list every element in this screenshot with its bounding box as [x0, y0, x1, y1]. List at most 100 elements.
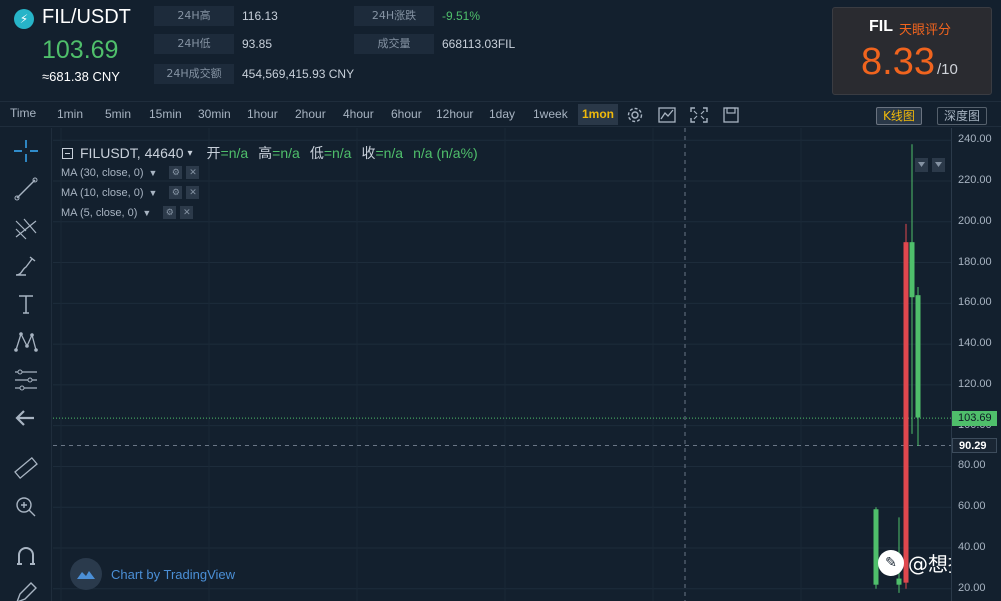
score-max: /10 [937, 61, 958, 78]
stat-value-24h-high: 116.13 [242, 9, 278, 23]
legend-close-value: =n/a [375, 145, 404, 161]
watermark-text[interactable]: Chart by TradingView [111, 567, 235, 582]
stat-label-24h-high: 24H高 [154, 6, 234, 26]
tab-30min[interactable]: 30min [194, 104, 235, 125]
close-icon[interactable]: ✕ [180, 206, 194, 219]
chevron-down-icon[interactable]: ▼ [142, 208, 151, 218]
ruler-icon[interactable] [12, 455, 40, 481]
legend-high-key: 高 [258, 145, 273, 161]
price-axis-label: 140.00 [958, 337, 992, 350]
tradingview-watermark[interactable]: Chart by TradingView [70, 558, 235, 590]
score-coin: FIL [869, 18, 893, 35]
collapse-legend-icon[interactable] [62, 147, 73, 159]
time-label: Time [10, 106, 37, 120]
ma-settings-icon[interactable]: ⚙ [169, 186, 183, 199]
close-icon[interactable]: ✕ [186, 186, 200, 199]
legend-open-key: 开 [206, 145, 221, 161]
ma-5-label[interactable]: MA (5, close, 0) [61, 207, 137, 219]
tab-1hour[interactable]: 1hour [243, 104, 282, 125]
chart-legend: FILUSDT, 44640 ▾ 开 =n/a 高 =n/a 低 =n/a 收 =n/a… [62, 143, 478, 163]
legend-open-value: =n/a [220, 145, 249, 161]
ma-10-label[interactable]: MA (10, close, 0) [61, 187, 144, 199]
price-axis-label: 20.00 [958, 581, 986, 594]
candle-body [909, 242, 915, 298]
tab-1day[interactable]: 1day [485, 104, 519, 125]
chevron-down-icon[interactable]: ▼ [149, 188, 158, 198]
stat-value-24h-low: 93.85 [242, 37, 273, 51]
close-icon[interactable]: ✕ [186, 166, 200, 179]
magnet-icon[interactable] [12, 544, 40, 570]
price-axis-label: 200.00 [958, 214, 992, 227]
text-icon[interactable] [12, 291, 40, 317]
price-axis[interactable] [951, 128, 1001, 601]
price-axis-label: 160.00 [958, 296, 992, 309]
tab-5min[interactable]: 5min [101, 104, 135, 125]
stat-value-24h-change: -9.51% [442, 9, 481, 23]
kline-button[interactable]: K线图 [876, 107, 922, 125]
pitchfork-icon[interactable] [12, 215, 40, 241]
tab-2hour[interactable]: 2hour [291, 104, 330, 125]
zoom-in-icon[interactable] [12, 494, 40, 520]
legend-low-key: 低 [309, 145, 324, 161]
author-logo-icon: ✎ [878, 549, 904, 576]
ma-30-label[interactable]: MA (30, close, 0) [61, 167, 144, 179]
brush-icon[interactable] [12, 253, 40, 279]
legend-change: n/a (n/a%) [413, 145, 478, 161]
tab-4hour[interactable]: 4hour [339, 104, 378, 125]
fil-coin-icon: ⚡ [14, 9, 34, 29]
tradingview-logo-icon [70, 558, 102, 590]
ticker-header: ⚡ FIL/USDT 103.69 ≈681.38 CNY 24H高 116.1… [0, 0, 1001, 100]
stat-value-volume: 668113.03FIL [442, 37, 516, 51]
fullscreen-icon[interactable] [690, 107, 708, 123]
tab-1week[interactable]: 1week [529, 104, 572, 125]
price-axis-label: 120.00 [958, 377, 992, 390]
pair-title: FIL/USDT [42, 6, 131, 28]
candle-body [903, 242, 909, 583]
tab-1min[interactable]: 1min [53, 104, 87, 125]
chevron-down-icon[interactable]: ▾ [188, 148, 193, 159]
trendline-icon[interactable] [12, 176, 40, 202]
last-price-tag: 103.69 [952, 411, 997, 427]
price-axis-label: 220.00 [958, 174, 992, 186]
stat-label-volume: 成交量 [354, 34, 434, 54]
ma-settings-icon[interactable]: ⚙ [163, 206, 177, 219]
tab-1mon[interactable]: 1mon [578, 104, 619, 125]
tab-12hour[interactable]: 12hour [432, 104, 477, 125]
legend-high-value: =n/a [272, 145, 300, 161]
crosshair-price-tag: 90.29 [952, 438, 997, 454]
chart-toolbar: Time 1min 5min 15min 30min 1hour 2hour 4… [0, 101, 1001, 127]
indicator-icon[interactable] [658, 107, 676, 123]
legend-symbol[interactable]: FILUSDT, 44640 [80, 145, 184, 161]
crosshair-icon[interactable] [12, 138, 40, 164]
price-axis-label: 60.00 [958, 500, 986, 513]
last-price: 103.69 [42, 36, 119, 64]
fib-icon[interactable] [12, 367, 40, 393]
score-value: 8.33 [861, 41, 935, 83]
ma-legend-row[interactable]: MA (30, close, 0) ▼ ⚙ ✕ [61, 166, 200, 179]
candle-body [915, 295, 921, 418]
save-icon[interactable] [722, 107, 740, 123]
legend-low-value: =n/a [323, 145, 352, 161]
ma-settings-icon[interactable]: ⚙ [169, 166, 183, 179]
price-axis-label: 180.00 [958, 255, 992, 268]
tab-15min[interactable]: 15min [145, 104, 186, 125]
price-axis-label: 80.00 [958, 459, 986, 472]
price-axis-label: 40.00 [958, 540, 986, 553]
score-label: 天眼评分 [899, 23, 952, 38]
chevron-down-icon[interactable]: ▼ [149, 168, 158, 178]
drawing-toolbar [0, 128, 52, 601]
stat-value-24h-turnover: 454,569,415.93 CNY [242, 67, 355, 81]
ma-legend-row[interactable]: MA (5, close, 0) ▼ ⚙ ✕ [61, 206, 194, 219]
ma-legend-row[interactable]: MA (10, close, 0) ▼ ⚙ ✕ [61, 186, 200, 199]
cny-price: ≈681.38 CNY [42, 69, 120, 84]
depth-button[interactable]: 深度图 [937, 107, 988, 125]
score-card: FIL 天眼评分 8.33 /10 [832, 7, 992, 95]
stat-label-24h-turnover: 24H成交额 [154, 64, 234, 84]
candle-body [896, 578, 902, 585]
pencil-icon[interactable] [12, 580, 40, 601]
back-arrow-icon[interactable] [12, 405, 40, 431]
stat-label-24h-low: 24H低 [154, 34, 234, 54]
settings-icon[interactable] [626, 107, 644, 123]
pattern-icon[interactable] [12, 329, 40, 355]
tab-6hour[interactable]: 6hour [387, 104, 426, 125]
